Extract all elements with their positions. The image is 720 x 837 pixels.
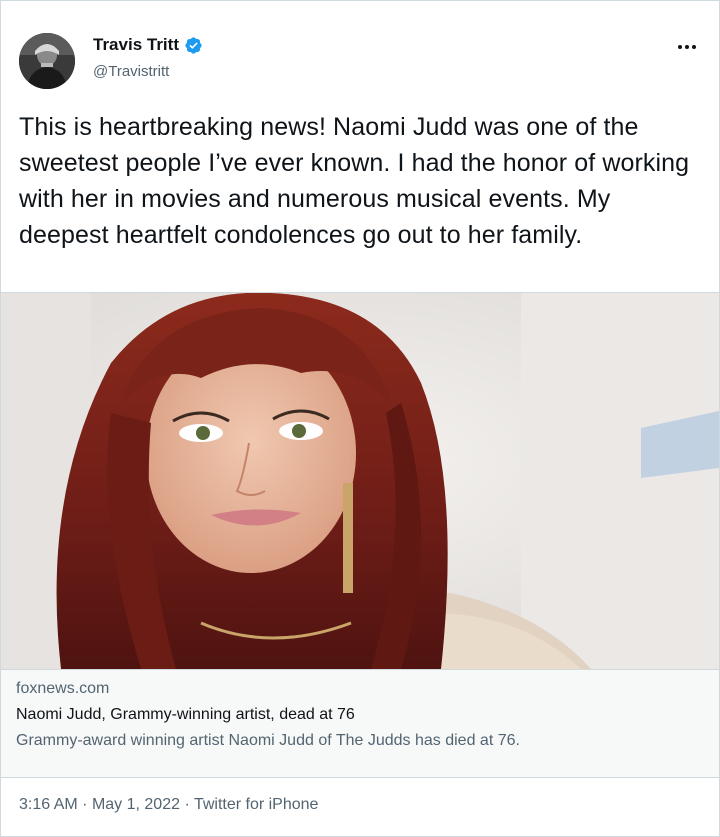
timestamp-date[interactable]: May 1, 2022 — [92, 796, 180, 813]
card-domain: foxnews.com — [16, 680, 110, 697]
author-avatar[interactable] — [19, 33, 75, 89]
more-dot-icon — [678, 45, 682, 49]
verified-badge-icon — [185, 36, 202, 54]
author-name[interactable]: Travis Tritt — [93, 35, 203, 55]
avatar-photo-icon — [19, 33, 75, 89]
link-preview-card[interactable]: foxnews.com Naomi Judd, Grammy-winning a… — [1, 292, 719, 778]
more-options-button[interactable] — [673, 37, 701, 57]
tweet-metadata: 3:16 AM · May 1, 2022 · Twitter for iPho… — [19, 796, 318, 814]
source-label[interactable]: Twitter for iPhone — [194, 796, 319, 813]
card-description: Grammy-award winning artist Naomi Judd o… — [16, 732, 520, 749]
meta-separator: · — [184, 796, 190, 813]
timestamp-time[interactable]: 3:16 AM — [19, 796, 78, 813]
card-title: Naomi Judd, Grammy-winning artist, dead … — [16, 706, 355, 723]
meta-separator: · — [82, 796, 88, 813]
tweet-text: This is heartbreaking news! Naomi Judd w… — [19, 113, 690, 249]
more-dot-icon — [692, 45, 696, 49]
tweet-card: Travis Tritt @Travistritt This is heartb… — [0, 0, 720, 837]
card-meta: foxnews.com Naomi Judd, Grammy-winning a… — [1, 669, 719, 777]
author-name-text: Travis Tritt — [93, 35, 179, 54]
card-photo-icon — [1, 293, 719, 669]
author-handle[interactable]: @Travistritt — [93, 63, 169, 80]
more-dot-icon — [685, 45, 689, 49]
card-image — [1, 293, 719, 669]
